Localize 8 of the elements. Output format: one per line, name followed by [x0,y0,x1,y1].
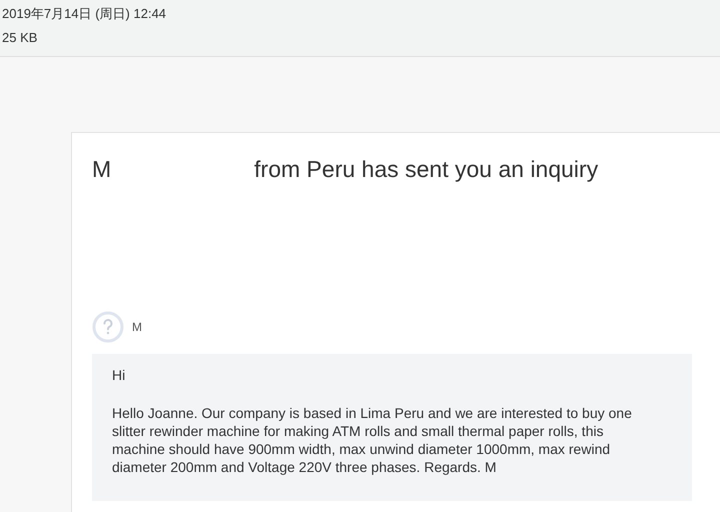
title-text: from Peru has sent you an inquiry [254,155,598,183]
email-date: 2019年7月14日 (周日) 12:44 [2,6,166,22]
avatar-icon [92,311,124,343]
message-greeting: Hi [112,366,126,384]
email-size: 25 KB [2,30,38,46]
message-body: Hello Joanne. Our company is based in Lima Peru and we are interested to buy one slitter rewinder machine for making ATM rolls and small thermal paper rolls, this machine should have 900mm width, max unwind diameter 1000mm, max rewind diameter 200mm and Voltage 220V three phases. Regards. M [112,404,633,476]
title-text: M [92,155,112,183]
sender-name: M [132,320,142,334]
